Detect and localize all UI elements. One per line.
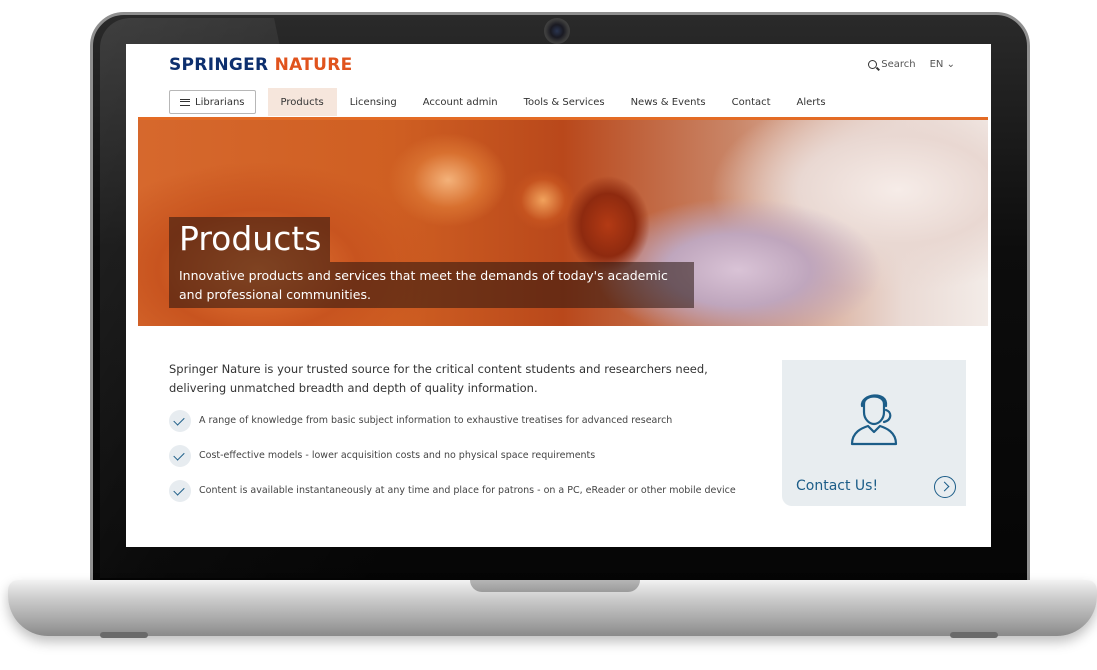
check-icon — [169, 480, 191, 502]
check-icon — [169, 410, 191, 432]
logo-part-nature: NATURE — [274, 55, 353, 75]
browser-screen: SPRINGER NATURE Search EN ⌄ Librarians P… — [126, 44, 991, 547]
list-item: Cost-effective models - lower acquisitio… — [169, 445, 595, 467]
search-link[interactable]: Search — [868, 59, 916, 70]
person-icon — [850, 394, 898, 446]
contact-card[interactable]: Contact Us! — [782, 360, 966, 506]
laptop-foot-left — [100, 632, 148, 638]
contact-us-label: Contact Us! — [796, 478, 879, 494]
nav-item-licensing[interactable]: Licensing — [337, 88, 410, 116]
search-icon — [868, 60, 878, 69]
hero-title: Products — [169, 217, 330, 262]
nav-item-contact[interactable]: Contact — [719, 88, 784, 116]
language-label: EN — [929, 59, 944, 70]
list-item-text: Content is available instantaneously at … — [199, 485, 736, 496]
librarians-menu-button[interactable]: Librarians — [169, 90, 256, 114]
logo-part-springer: SPRINGER — [169, 55, 269, 75]
check-icon — [169, 445, 191, 467]
nav-item-alerts[interactable]: Alerts — [784, 88, 839, 116]
nav-item-news-events[interactable]: News & Events — [618, 88, 719, 116]
webcam-icon — [544, 18, 570, 44]
nav-item-account-admin[interactable]: Account admin — [410, 88, 511, 116]
language-selector[interactable]: EN ⌄ — [930, 59, 955, 70]
search-label: Search — [881, 59, 916, 70]
hero-subtitle: Innovative products and services that me… — [169, 262, 694, 308]
nav-item-products[interactable]: Products — [267, 88, 337, 116]
intro-text: Springer Nature is your trusted source f… — [169, 362, 708, 395]
laptop-mockup: SPRINGER NATURE Search EN ⌄ Librarians P… — [0, 0, 1097, 670]
utility-bar: Search EN ⌄ — [868, 59, 955, 70]
chevron-right-icon[interactable] — [934, 476, 956, 498]
nav-item-tools-services[interactable]: Tools & Services — [511, 88, 618, 116]
list-item-text: Cost-effective models - lower acquisitio… — [199, 450, 596, 461]
list-item: Content is available instantaneously at … — [169, 480, 736, 502]
laptop-hinge-notch — [470, 580, 640, 592]
laptop-foot-right — [950, 632, 998, 638]
springer-nature-logo[interactable]: SPRINGER NATURE — [169, 55, 353, 75]
list-item: A range of knowledge from basic subject … — [169, 410, 672, 432]
librarians-label: Librarians — [195, 96, 245, 108]
hero-banner: Products Innovative products and service… — [138, 120, 988, 326]
hamburger-icon — [180, 98, 190, 106]
chevron-down-icon: ⌄ — [946, 59, 955, 70]
list-item-text: A range of knowledge from basic subject … — [199, 415, 673, 426]
main-nav: Librarians Products Licensing Account ad… — [169, 88, 839, 116]
